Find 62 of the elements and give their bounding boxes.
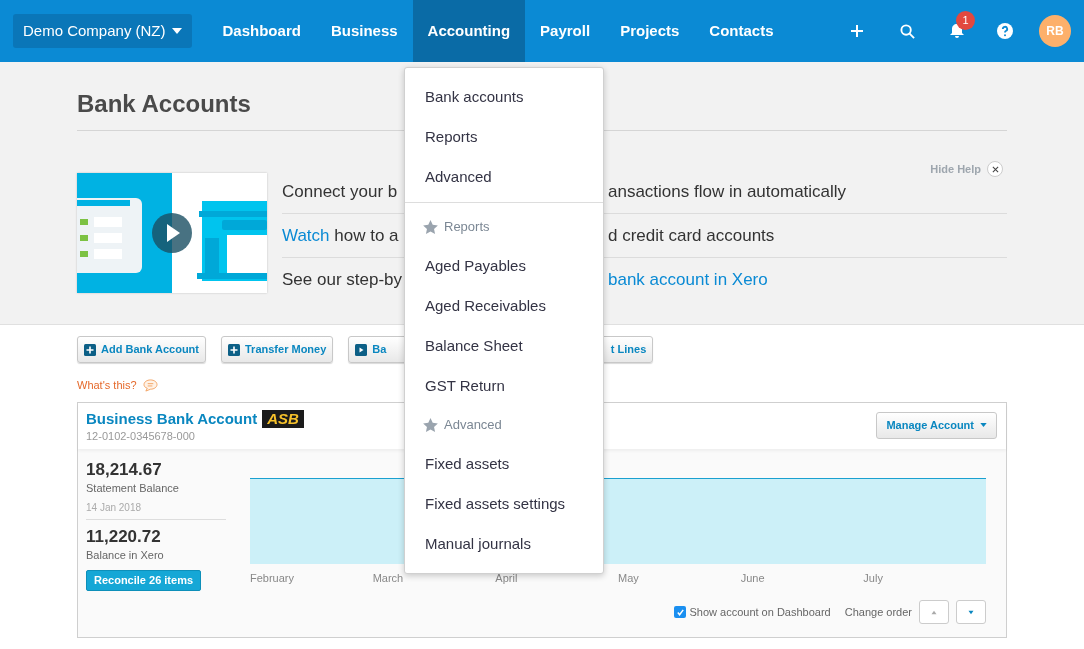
whats-this-link[interactable]: What's this? <box>77 377 137 394</box>
menu-section-header: Advanced <box>444 416 502 435</box>
statement-date: 14 Jan 2018 <box>86 500 226 520</box>
balance-label: Balance in Xero <box>86 548 165 563</box>
balance-label: Statement Balance <box>86 480 180 496</box>
add-icon[interactable] <box>850 24 864 38</box>
hide-help-link[interactable]: Hide Help <box>930 161 981 178</box>
nav-tab[interactable]: Projects <box>605 0 695 62</box>
watch-link[interactable]: Watch <box>282 226 330 245</box>
statement-balance: 18,214.67 <box>86 459 163 480</box>
star-icon <box>423 220 438 234</box>
menu-item[interactable]: Advanced <box>405 157 603 197</box>
play-icon <box>355 343 368 356</box>
month-label: June <box>740 570 766 586</box>
up-caret-icon <box>930 609 938 615</box>
month-label: May <box>618 570 640 586</box>
action-button[interactable]: Add Bank Account <box>77 336 206 363</box>
menu-section-header: Reports <box>444 218 490 237</box>
month-label: April <box>495 570 519 586</box>
help-text: Connect your b <box>282 182 398 201</box>
caret-icon <box>171 28 182 34</box>
close-icon <box>991 165 999 173</box>
account-number: 12-0102-0345678-000 <box>86 428 196 444</box>
nav-tab[interactable]: Accounting <box>412 0 526 62</box>
month-label: March <box>372 570 405 586</box>
account-name-link[interactable]: Business Bank Account <box>86 409 258 428</box>
search-icon[interactable] <box>900 23 915 39</box>
checkbox-label: Show account on Dashboard <box>689 604 831 620</box>
caret-icon <box>980 423 987 427</box>
guide-link[interactable]: bank account in Xero <box>608 258 768 302</box>
menu-item[interactable]: Manual journals <box>405 524 603 564</box>
down-caret-icon <box>967 609 975 615</box>
nav-tab[interactable]: Payroll <box>525 0 606 62</box>
help-text: how to a <box>333 226 399 245</box>
help-text: ansactions flow in automatically <box>608 181 847 203</box>
menu-item[interactable]: Aged Receivables <box>405 286 603 326</box>
help-text: d credit card accounts <box>608 225 775 247</box>
play-icon[interactable] <box>152 213 192 253</box>
notification-badge: 1 <box>956 11 975 30</box>
nav-tab[interactable]: Business <box>315 0 413 62</box>
bank-logo: ASB <box>262 409 304 428</box>
menu-item[interactable]: GST Return <box>405 366 603 406</box>
organisation-switcher[interactable]: Demo Company (NZ) <box>13 14 192 48</box>
plus-icon <box>228 343 240 356</box>
action-button[interactable]: Transfer Money <box>221 336 334 363</box>
nav-tab[interactable]: Dashboard <box>207 0 316 62</box>
nav-tab[interactable]: Contacts <box>694 0 789 62</box>
help-text: See our step-by <box>282 270 402 289</box>
menu-item[interactable]: Fixed assets settings <box>405 484 603 524</box>
menu-item[interactable]: Aged Payables <box>405 246 603 286</box>
checkbox[interactable] <box>674 606 687 618</box>
star-icon <box>423 418 438 432</box>
change-order-label: Change order <box>844 604 912 620</box>
close-button[interactable] <box>987 161 1003 178</box>
help-icon[interactable] <box>997 23 1013 39</box>
month-label: July <box>863 570 884 586</box>
month-label: February <box>250 570 296 586</box>
menu-item[interactable]: Fixed assets <box>405 444 603 484</box>
reconcile-button[interactable]: Reconcile 26 items <box>86 569 202 591</box>
plus-icon <box>84 343 96 356</box>
xero-balance: 11,220.72 <box>86 527 162 547</box>
manage-account-button[interactable]: Manage Account <box>876 411 997 439</box>
